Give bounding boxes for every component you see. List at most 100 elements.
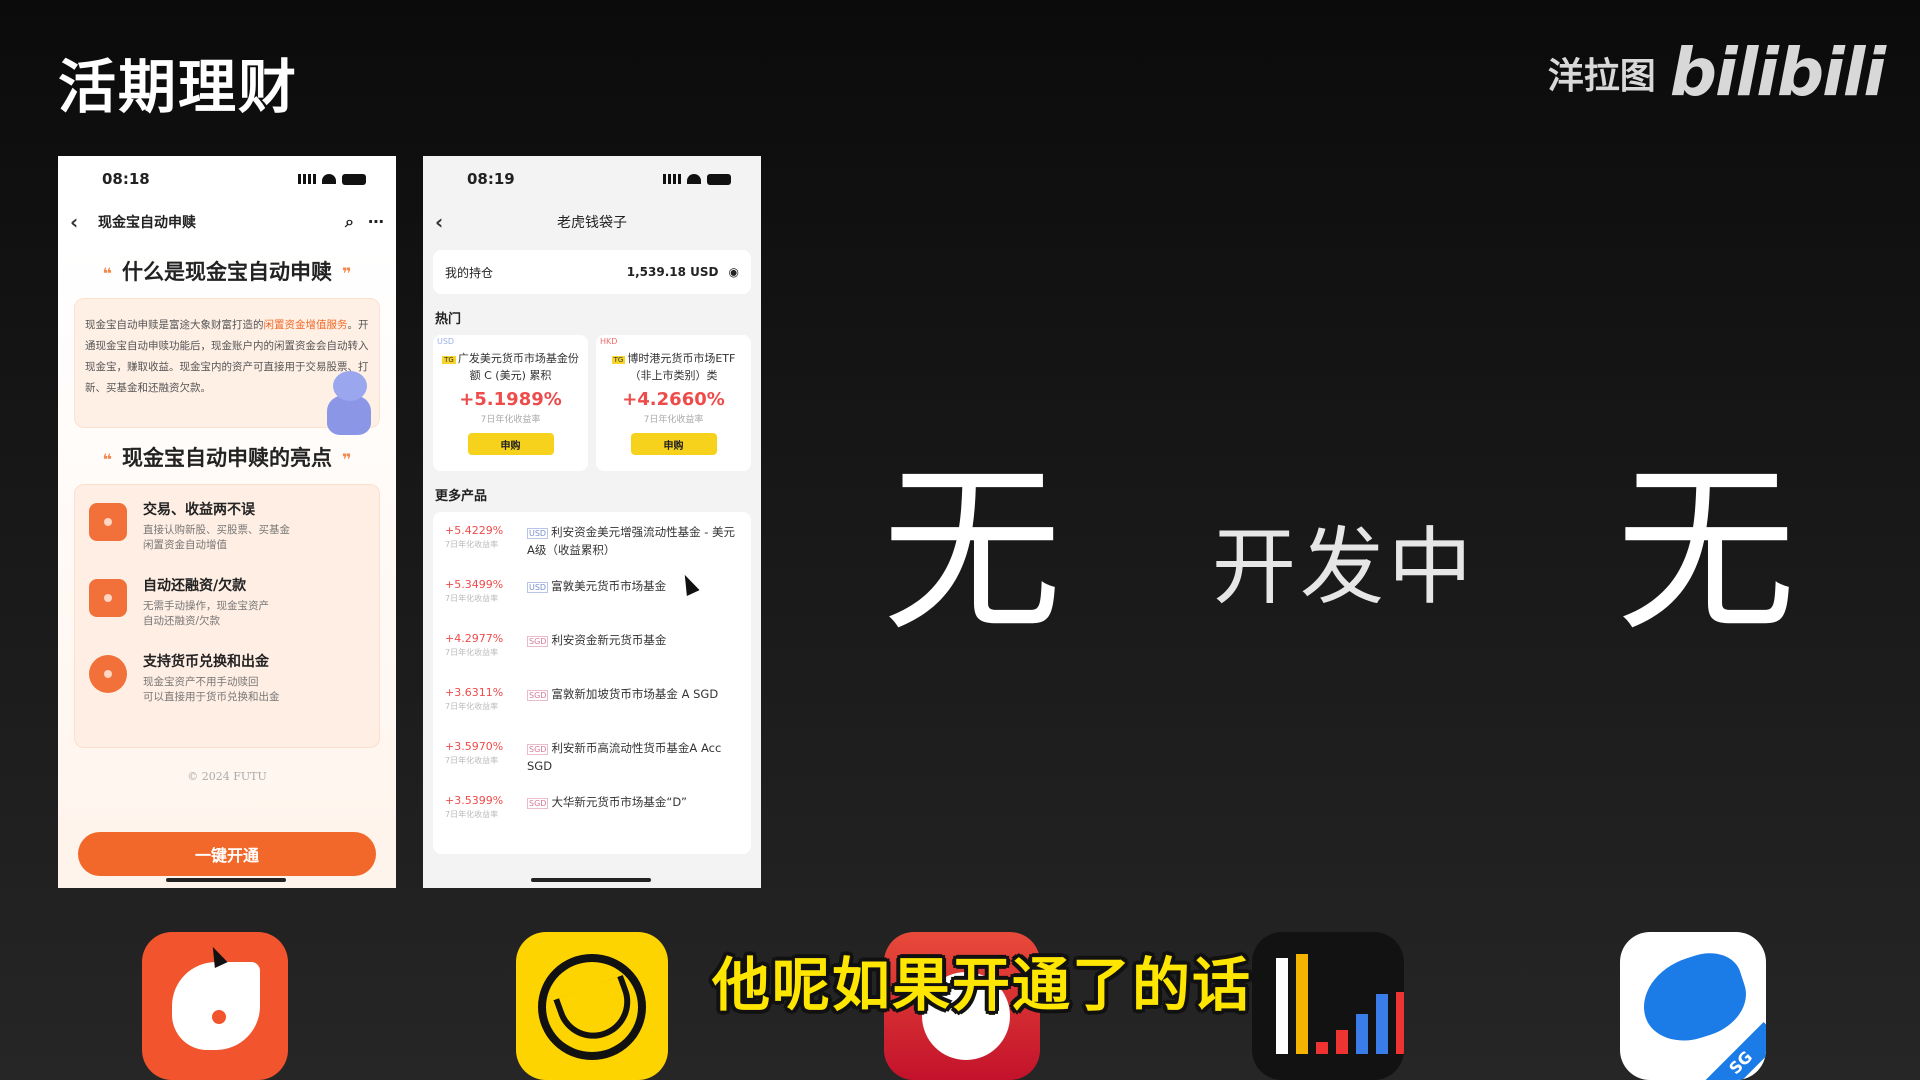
product-name: 利安资金美元增强流动性基金 - 美元A级（收益累积）	[527, 525, 736, 557]
quote-icon: ❝	[102, 450, 112, 469]
list-item[interactable]: +3.5399% 7日年化收益率 SGD 大华新元货币市场基金“D”	[433, 786, 751, 840]
currency-badge: HKD	[600, 337, 618, 346]
nav-bar: ‹ 现金宝自动申赎 ⌕ ⋯	[58, 202, 396, 242]
subscribe-button[interactable]: 申购	[630, 433, 717, 455]
product-name: 大华新元货币市场基金“D”	[551, 795, 687, 809]
tiger-app-icon	[516, 932, 668, 1080]
enable-button[interactable]: 一键开通	[78, 832, 376, 876]
rate-caption: 7日年化收益率	[480, 415, 541, 425]
eye-icon[interactable]: ◉	[729, 265, 739, 279]
rate-caption: 7日年化收益率	[445, 648, 499, 657]
hot-product-card[interactable]: HKD TG 博时港元货币市场ETF（非上市类别）类 +4.2660% 7日年化收…	[596, 335, 751, 471]
section-heading: ❝ 什么是现金宝自动申赎 ❞	[74, 242, 380, 298]
rate-caption: 7日年化收益率	[643, 415, 704, 425]
product-name: 利安资金新元货币基金	[551, 633, 667, 647]
back-icon[interactable]: ‹	[70, 210, 98, 234]
feature-item: 自动还融资/欠款 无需手动操作，现金宝资产 自动还融资/欠款	[89, 575, 365, 629]
wifi-icon	[687, 174, 701, 184]
section-title: 现金宝自动申赎的亮点	[122, 446, 332, 470]
brand-watermark: 洋拉图 bilibili	[1547, 34, 1886, 111]
quote-icon: ❞	[342, 450, 352, 469]
intro-card: 现金宝自动申赎是富途大象财富打造的闲置资金增值服务。开通现金宝自动申赎功能后，现…	[74, 298, 380, 435]
hot-products: USD TG 广发美元货币市场基金份额 C (美元) 累积 +5.1989% 7日…	[423, 335, 761, 471]
currency-badge: USD	[527, 582, 549, 593]
bar-logo-icon	[1276, 954, 1404, 1054]
tiger-logo-icon	[538, 954, 646, 1060]
product-rate: +5.4229%	[445, 524, 504, 537]
section-title: 什么是现金宝自动申赎	[122, 260, 332, 284]
app4-icon	[1252, 932, 1404, 1080]
rate-caption: 7日年化收益率	[445, 756, 499, 765]
more-label: 更多产品	[435, 489, 488, 504]
currency-badge: USD	[437, 337, 455, 346]
hot-label: 热门	[435, 312, 462, 327]
product-rate: +5.3499%	[445, 578, 504, 591]
currency-badge: SGD	[527, 744, 549, 755]
wifi-icon	[322, 174, 336, 184]
currency-badge: SGD	[527, 798, 549, 809]
slide-title: 活期理财	[58, 53, 299, 121]
intro-text: 现金宝自动申赎是富途大象财富打造的	[85, 319, 264, 331]
back-icon[interactable]: ‹	[435, 210, 463, 234]
intro-highlight: 闲置资金增值服务	[263, 319, 348, 331]
nav-title: 现金宝自动申赎	[98, 215, 196, 231]
battery-icon	[707, 173, 731, 185]
feature-title: 自动还融资/欠款	[143, 578, 247, 594]
holding-label: 我的持仓	[445, 265, 494, 280]
brand-author: 洋拉图	[1547, 55, 1656, 97]
search-icon[interactable]: ⌕	[345, 212, 354, 232]
list-item[interactable]: +3.5970% 7日年化收益率 SGD 利安新币高流动性货币基金A Acc SGD	[433, 732, 751, 786]
nav-title: 老虎钱袋子	[557, 215, 627, 231]
bull-icon	[172, 962, 260, 1050]
product-rate: +3.5970%	[445, 740, 504, 753]
futu-phone-screenshot: 08:18 ‹ 现金宝自动申赎 ⌕ ⋯ ❝ 什么是现金宝自动申赎 ❞ 现金宝自动申赎…	[58, 156, 396, 888]
feature-item: 支持货币兑换和出金现金宝资产不用手动赎回 可以直接用于货币兑换和出金	[89, 651, 365, 705]
product-rate: +4.2977%	[445, 632, 504, 645]
product-rate: +4.2660%	[622, 389, 725, 410]
card-icon	[89, 579, 127, 617]
feature-desc: 直接认购新股、买股票、买基金 闲置资金自动增值	[143, 524, 290, 551]
futu-content: ❝ 什么是现金宝自动申赎 ❞ 现金宝自动申赎是富途大象财富打造的闲置资金增值服务。开…	[58, 242, 396, 888]
product-name: 富敦美元货币市场基金	[551, 579, 667, 593]
home-indicator	[166, 878, 286, 882]
list-item[interactable]: +5.3499% 7日年化收益率 USD 富敦美元货币市场基金	[433, 570, 751, 624]
product-name: 富敦新加坡货币市场基金 A SGD	[551, 687, 719, 701]
feature-desc: 现金宝资产不用手动赎回 可以直接用于货币兑换和出金	[143, 676, 280, 703]
tag-badge: TG	[611, 356, 626, 364]
copyright: © 2024 FUTU	[187, 770, 267, 783]
product-rate: +5.1989%	[459, 389, 562, 410]
quote-icon: ❝	[102, 264, 112, 283]
list-item[interactable]: +4.2977% 7日年化收益率 SGD 利安资金新元货币基金	[433, 624, 751, 678]
currency-badge: SGD	[527, 636, 549, 647]
column-5-status: 无	[1616, 447, 1797, 656]
more-icon[interactable]: ⋯	[368, 212, 384, 232]
product-rate: +3.6311%	[445, 686, 504, 699]
hot-product-card[interactable]: USD TG 广发美元货币市场基金份额 C (美元) 累积 +5.1989% 7日…	[433, 335, 588, 471]
product-name: 广发美元货币市场基金份额 C (美元) 累积	[457, 352, 579, 382]
holding-card[interactable]: 我的持仓 1,539.18 USD ◉	[433, 250, 751, 294]
status-icons	[663, 173, 731, 185]
cta-bar: 一键开通	[58, 818, 396, 888]
feature-title: 交易、收益两不误	[143, 502, 255, 518]
nav-bar: ‹ 老虎钱袋子	[423, 202, 761, 242]
whale-logo-icon	[1632, 943, 1756, 1053]
signal-icon	[663, 174, 681, 184]
product-list: +5.4229% 7日年化收益率 USD 利安资金美元增强流动性基金 - 美元A级（…	[433, 512, 751, 854]
status-bar: 08:18	[58, 156, 396, 202]
rate-caption: 7日年化收益率	[445, 540, 499, 549]
list-item[interactable]: +5.4229% 7日年化收益率 USD 利安资金美元增强流动性基金 - 美元A级（…	[433, 516, 751, 570]
home-indicator	[531, 878, 651, 882]
signal-icon	[298, 174, 316, 184]
subscribe-button[interactable]: 申购	[467, 433, 554, 455]
column-4-status: 开发中	[1212, 518, 1477, 616]
feature-title: 支持货币兑换和出金	[143, 654, 269, 670]
list-item[interactable]: +3.6311% 7日年化收益率 SGD 富敦新加坡货币市场基金 A SGD	[433, 678, 751, 732]
quote-icon: ❞	[342, 264, 352, 283]
tiger-phone-screenshot: 08:19 ‹ 老虎钱袋子 我的持仓 1,539.18 USD ◉ 热门 USD …	[423, 156, 761, 888]
app5-icon: SG	[1620, 932, 1766, 1080]
rate-caption: 7日年化收益率	[445, 594, 499, 603]
bilibili-logo: bilibili	[1669, 34, 1886, 111]
mascot-illustration	[319, 371, 375, 435]
coin-icon	[89, 655, 127, 693]
currency-badge: SGD	[527, 690, 549, 701]
